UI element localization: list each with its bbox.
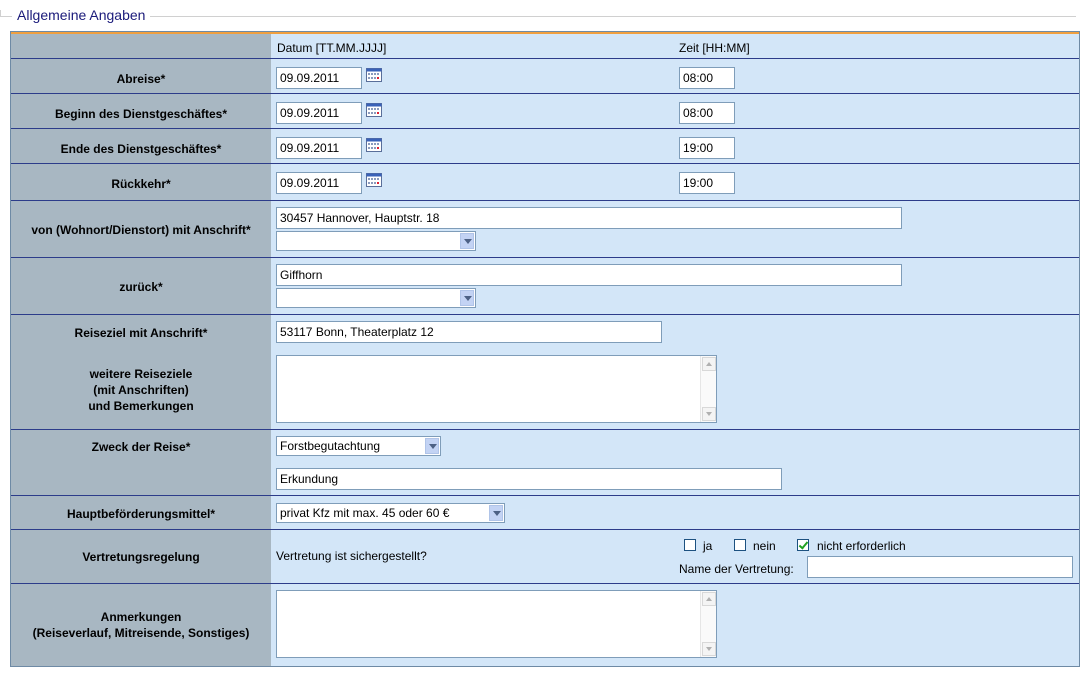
scroll-down-icon[interactable] bbox=[702, 642, 716, 656]
scroll-up-icon[interactable] bbox=[702, 592, 716, 606]
calendar-icon[interactable] bbox=[366, 173, 382, 187]
vertretung-nicht-erforderlich-checkbox[interactable] bbox=[797, 539, 809, 551]
zurueck-select[interactable] bbox=[276, 288, 476, 308]
ende-label: Ende des Dienstgeschäftes* bbox=[60, 142, 222, 156]
weitere-label-2: (mit Anschriften) bbox=[93, 383, 189, 397]
calendar-icon[interactable] bbox=[366, 138, 382, 152]
vertretung-name-input[interactable] bbox=[807, 556, 1073, 578]
vertretung-nicht-erforderlich-label: nicht erforderlich bbox=[817, 539, 906, 553]
date-column-header: Datum [TT.MM.JJJJ] bbox=[277, 41, 387, 55]
befoerderung-label: Hauptbeförderungsmittel* bbox=[66, 507, 215, 521]
abreise-time-input[interactable]: 08:00 bbox=[679, 67, 735, 89]
row-divider bbox=[11, 583, 1079, 584]
zweck-text-input[interactable]: Erkundung bbox=[276, 468, 782, 490]
weitere-label-1: weitere Reiseziele bbox=[89, 367, 193, 381]
zweck-select-value: Forstbegutachtung bbox=[280, 439, 381, 453]
vertretung-question: Vertretung ist sichergestellt? bbox=[276, 549, 427, 563]
chevron-down-icon[interactable] bbox=[425, 438, 439, 454]
ende-time-input[interactable]: 19:00 bbox=[679, 137, 735, 159]
scroll-up-icon[interactable] bbox=[702, 357, 716, 371]
befoerderung-select[interactable]: privat Kfz mit max. 45 oder 60 € bbox=[276, 503, 505, 523]
zurueck-label: zurück* bbox=[119, 280, 163, 294]
von-select[interactable] bbox=[276, 231, 476, 251]
row-divider bbox=[11, 495, 1079, 496]
vertretung-ja-checkbox[interactable] bbox=[684, 539, 696, 551]
row-divider bbox=[11, 128, 1079, 129]
row-divider bbox=[11, 314, 1079, 315]
row-divider bbox=[11, 58, 1079, 59]
abreise-label: Abreise* bbox=[116, 72, 166, 86]
vertretung-label: Vertretungsregelung bbox=[82, 550, 200, 564]
textarea-scrollbar[interactable] bbox=[700, 591, 716, 657]
section-legend: Allgemeine Angaben bbox=[12, 7, 151, 23]
anmerkungen-textarea[interactable] bbox=[276, 590, 717, 658]
von-address-input[interactable]: 30457 Hannover, Hauptstr. 18 bbox=[276, 207, 902, 229]
textarea-scrollbar[interactable] bbox=[700, 356, 716, 422]
row-divider bbox=[11, 429, 1079, 430]
rueckkehr-time-input[interactable]: 19:00 bbox=[679, 172, 735, 194]
vertretung-name-label: Name der Vertretung: bbox=[679, 562, 794, 576]
reiseziel-input[interactable]: 53117 Bonn, Theaterplatz 12 bbox=[276, 321, 662, 343]
calendar-icon[interactable] bbox=[366, 103, 382, 117]
befoerderung-select-value: privat Kfz mit max. 45 oder 60 € bbox=[280, 506, 450, 520]
vertretung-ja-label: ja bbox=[703, 539, 713, 553]
chevron-down-icon[interactable] bbox=[489, 505, 503, 521]
chevron-down-icon[interactable] bbox=[460, 233, 474, 249]
zweck-select[interactable]: Forstbegutachtung bbox=[276, 436, 441, 456]
row-divider bbox=[11, 93, 1079, 94]
rueckkehr-label: Rückkehr* bbox=[111, 177, 171, 191]
zurueck-address-input[interactable]: Giffhorn bbox=[276, 264, 902, 286]
weitere-textarea[interactable] bbox=[276, 355, 717, 423]
row-divider bbox=[11, 200, 1079, 201]
time-column-header: Zeit [HH:MM] bbox=[679, 41, 750, 55]
ende-date-input[interactable]: 09.09.2011 bbox=[276, 137, 362, 159]
vertretung-nein-label: nein bbox=[753, 539, 776, 553]
fieldset-border-top bbox=[0, 16, 1076, 17]
chevron-down-icon[interactable] bbox=[460, 290, 474, 306]
beginn-time-input[interactable]: 08:00 bbox=[679, 102, 735, 124]
scroll-down-icon[interactable] bbox=[702, 407, 716, 421]
beginn-date-input[interactable]: 09.09.2011 bbox=[276, 102, 362, 124]
rueckkehr-date-input[interactable]: 09.09.2011 bbox=[276, 172, 362, 194]
reiseziel-label: Reiseziel mit Anschrift* bbox=[74, 326, 208, 340]
abreise-date-input[interactable]: 09.09.2011 bbox=[276, 67, 362, 89]
vertretung-nein-checkbox[interactable] bbox=[734, 539, 746, 551]
anmerkungen-label-1: Anmerkungen bbox=[100, 610, 182, 624]
form-table: Datum [TT.MM.JJJJ] Zeit [HH:MM] Abreise*… bbox=[10, 31, 1080, 667]
row-divider bbox=[11, 529, 1079, 530]
von-label: von (Wohnort/Dienstort) mit Anschrift* bbox=[31, 223, 251, 237]
calendar-icon[interactable] bbox=[366, 68, 382, 82]
anmerkungen-label-2: (Reiseverlauf, Mitreisende, Sonstiges) bbox=[32, 626, 250, 640]
zweck-label: Zweck der Reise* bbox=[91, 440, 191, 454]
beginn-label: Beginn des Dienstgeschäftes* bbox=[54, 107, 228, 121]
weitere-label-3: und Bemerkungen bbox=[88, 399, 194, 413]
row-divider bbox=[11, 257, 1079, 258]
row-divider bbox=[11, 163, 1079, 164]
